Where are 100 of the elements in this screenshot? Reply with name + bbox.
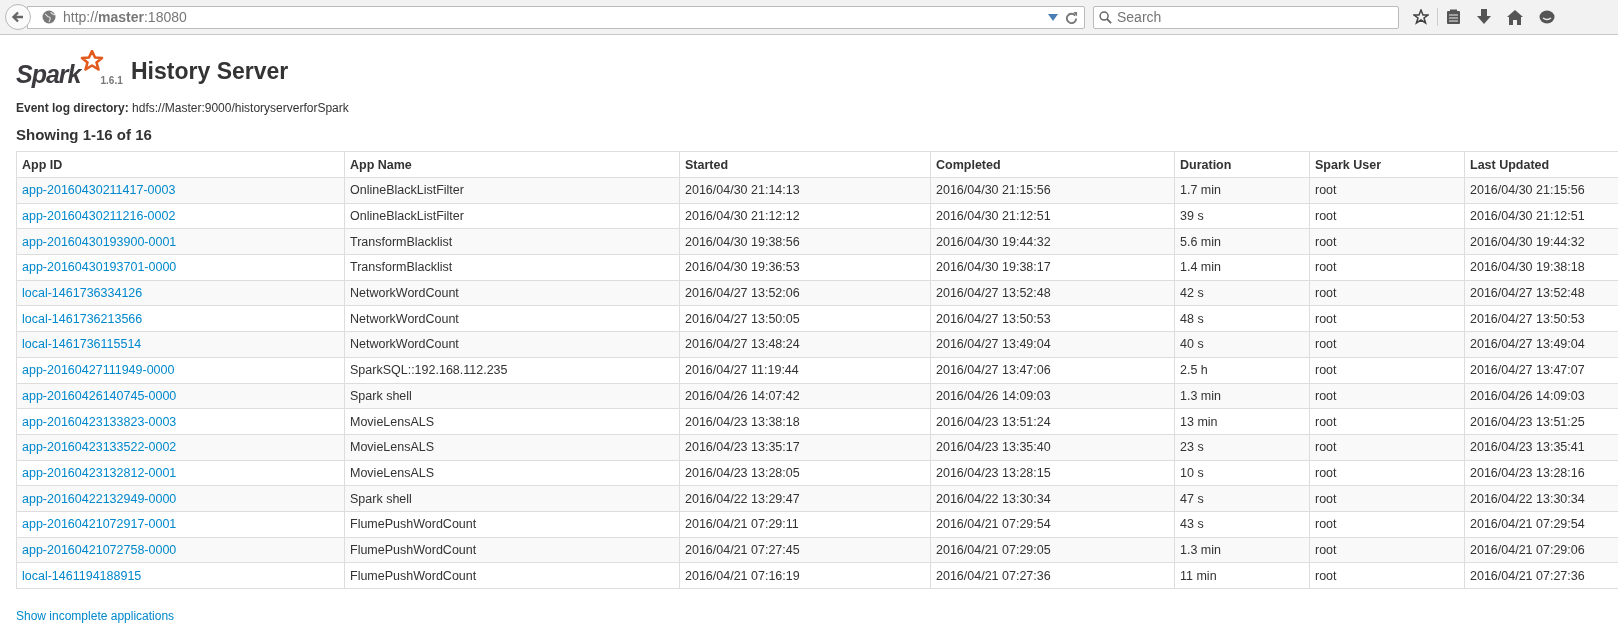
table-cell: 1.3 min xyxy=(1174,537,1310,563)
table-cell: 11 min xyxy=(1174,562,1310,589)
column-header[interactable]: Started xyxy=(679,151,931,178)
table-cell: 48 s xyxy=(1174,305,1310,332)
table-cell: 2016/04/21 07:27:45 xyxy=(679,537,931,563)
table-cell: TransformBlacklist xyxy=(344,228,680,255)
table-cell: OnlineBlackListFilter xyxy=(344,203,680,229)
table-cell: 2016/04/23 13:51:24 xyxy=(930,408,1175,435)
table-cell: NetworkWordCount xyxy=(344,331,680,358)
table-cell: root xyxy=(1309,562,1465,589)
column-header[interactable]: App ID xyxy=(16,151,345,178)
table-cell: root xyxy=(1309,331,1465,358)
table-cell: 2016/04/23 13:35:41 xyxy=(1464,434,1618,461)
table-cell: 2016/04/23 13:38:18 xyxy=(679,408,931,435)
table-cell: SparkSQL::192.168.112.235 xyxy=(344,357,680,383)
column-header[interactable]: Duration xyxy=(1174,151,1310,178)
search-field[interactable]: Search xyxy=(1093,5,1399,29)
event-log-path: hdfs://Master:9000/historyserverforSpark xyxy=(132,101,349,115)
table-cell: 2016/04/21 07:29:06 xyxy=(1464,537,1618,563)
table-cell: root xyxy=(1309,177,1465,204)
table-cell: 42 s xyxy=(1174,280,1310,306)
table-cell: 2016/04/22 13:30:34 xyxy=(1464,485,1618,512)
version-label: 1.6.1 xyxy=(100,75,123,86)
table-cell: 2016/04/27 13:50:53 xyxy=(930,305,1175,332)
home-icon[interactable] xyxy=(1507,9,1523,25)
table-cell: 2016/04/30 19:44:32 xyxy=(930,228,1175,255)
table-cell: FlumePushWordCount xyxy=(344,562,680,589)
table-cell: 40 s xyxy=(1174,331,1310,358)
table-cell: root xyxy=(1309,383,1465,409)
address-bar[interactable]: http://master:18080 xyxy=(27,5,1085,29)
table-cell: 2016/04/27 13:52:48 xyxy=(1464,280,1618,306)
table-cell: 2016/04/30 21:15:56 xyxy=(1464,177,1618,204)
table-cell: 2016/04/27 13:50:05 xyxy=(679,305,931,332)
column-header[interactable]: Last Updated xyxy=(1464,151,1618,178)
table-cell: 23 s xyxy=(1174,434,1310,461)
showing-count: Showing 1-16 of 16 xyxy=(16,126,153,143)
table-cell: 2016/04/23 13:35:40 xyxy=(930,434,1175,461)
download-icon[interactable] xyxy=(1477,9,1491,25)
star-logo-icon xyxy=(80,50,105,72)
logo-text: Spark xyxy=(16,59,81,89)
table-cell: root xyxy=(1309,460,1465,486)
table-cell: 2016/04/30 19:38:17 xyxy=(930,254,1175,281)
event-log-label: Event log directory: xyxy=(16,101,129,115)
table-cell: 2016/04/30 21:12:12 xyxy=(679,203,931,229)
table-cell: MovieLensALS xyxy=(344,408,680,435)
table-cell: TransformBlacklist xyxy=(344,254,680,281)
table-cell: root xyxy=(1309,511,1465,538)
table-cell: root xyxy=(1309,254,1465,281)
table-cell: OnlineBlackListFilter xyxy=(344,177,680,204)
page-title: History Server xyxy=(131,57,289,85)
table-cell: 2016/04/21 07:29:05 xyxy=(930,537,1175,563)
back-arrow-icon xyxy=(11,10,25,24)
column-header[interactable]: Completed xyxy=(930,151,1175,178)
dropdown-icon[interactable] xyxy=(1048,13,1058,21)
table-cell: 2016/04/27 13:47:06 xyxy=(930,357,1175,383)
table-cell: 2016/04/27 13:49:04 xyxy=(930,331,1175,358)
table-cell: 2016/04/30 19:44:32 xyxy=(1464,228,1618,255)
table-cell: 2016/04/21 07:27:36 xyxy=(930,562,1175,589)
table-cell: 2016/04/27 13:52:06 xyxy=(679,280,931,306)
table-cell: root xyxy=(1309,537,1465,563)
table-cell: 2016/04/27 13:49:04 xyxy=(1464,331,1618,358)
table-cell: 13 min xyxy=(1174,408,1310,435)
table-cell: 2016/04/23 13:35:17 xyxy=(679,434,931,461)
table-cell: Spark shell xyxy=(344,383,680,409)
column-header[interactable]: Spark User xyxy=(1309,151,1465,178)
table-cell: 1.4 min xyxy=(1174,254,1310,281)
table-cell: root xyxy=(1309,305,1465,332)
table-cell: 1.7 min xyxy=(1174,177,1310,204)
table-cell: 2016/04/21 07:16:19 xyxy=(679,562,931,589)
show-incomplete-link[interactable]: Show incomplete applications xyxy=(16,609,175,623)
table-cell: 2016/04/27 13:48:24 xyxy=(679,331,931,358)
table-cell: 2016/04/26 14:07:42 xyxy=(679,383,931,409)
table-cell: 2016/04/22 13:30:34 xyxy=(930,485,1175,512)
table-cell: root xyxy=(1309,203,1465,229)
table-cell: root xyxy=(1309,408,1465,435)
back-button[interactable] xyxy=(5,4,31,30)
table-cell: 2016/04/26 14:09:03 xyxy=(1464,383,1618,409)
table-cell: MovieLensALS xyxy=(344,434,680,461)
star-icon[interactable] xyxy=(1413,9,1429,25)
table-cell: 2016/04/23 13:28:15 xyxy=(930,460,1175,486)
table-cell: NetworkWordCount xyxy=(344,305,680,332)
table-cell: 2016/04/21 07:29:11 xyxy=(679,511,931,538)
table-cell: 39 s xyxy=(1174,203,1310,229)
table-cell: Spark shell xyxy=(344,485,680,512)
table-cell: root xyxy=(1309,228,1465,255)
reload-icon[interactable] xyxy=(1065,10,1078,24)
table-cell: 2.5 h xyxy=(1174,357,1310,383)
table-cell: 2016/04/30 21:14:13 xyxy=(679,177,931,204)
table-cell: FlumePushWordCount xyxy=(344,537,680,563)
clipboard-icon[interactable] xyxy=(1446,9,1461,25)
table-cell: FlumePushWordCount xyxy=(344,511,680,538)
table-cell: 2016/04/26 14:09:03 xyxy=(930,383,1175,409)
column-header[interactable]: App Name xyxy=(344,151,680,178)
table-cell: root xyxy=(1309,485,1465,512)
table-cell: 1.3 min xyxy=(1174,383,1310,409)
table-cell: 47 s xyxy=(1174,485,1310,512)
table-cell: 2016/04/30 19:38:56 xyxy=(679,228,931,255)
table-cell: 2016/04/30 21:15:56 xyxy=(930,177,1175,204)
table-cell: 10 s xyxy=(1174,460,1310,486)
table-cell: 2016/04/21 07:29:54 xyxy=(930,511,1175,538)
